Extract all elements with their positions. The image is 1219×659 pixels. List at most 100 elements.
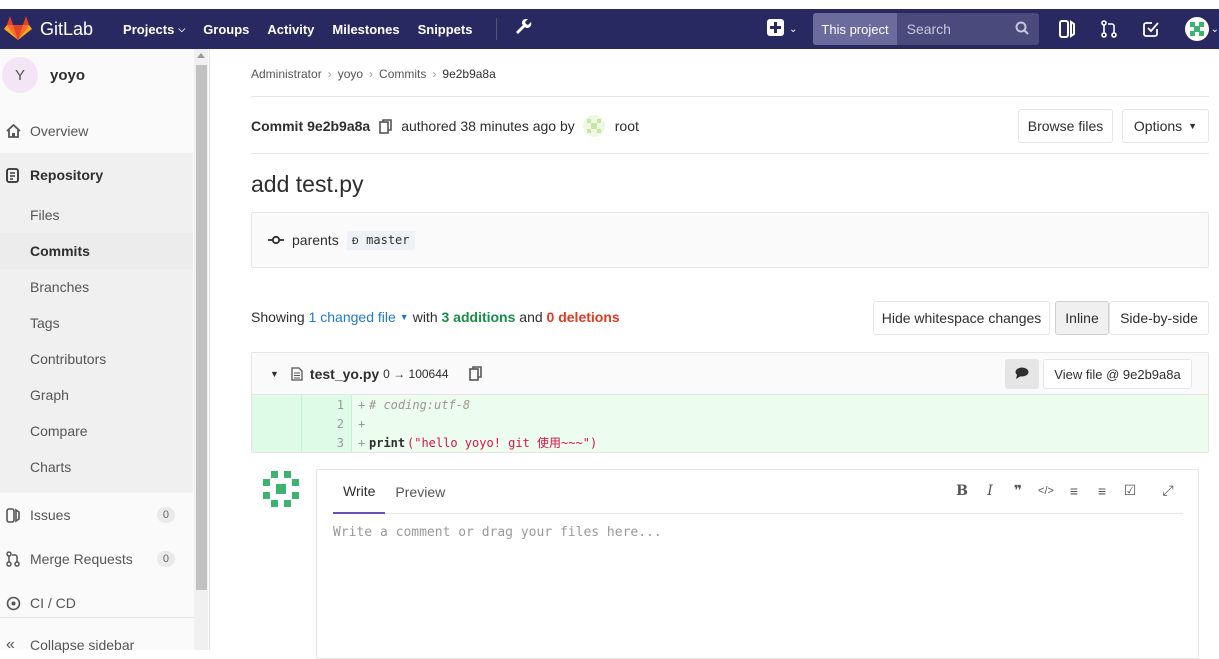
sidebar-divider bbox=[0, 617, 208, 618]
breadcrumb-item[interactable]: Administrator bbox=[251, 67, 322, 81]
fullscreen-icon[interactable]: ⤢ bbox=[1154, 482, 1182, 499]
issues-count-badge: 0 bbox=[156, 507, 175, 523]
sidebar-item-tags[interactable]: Tags bbox=[0, 305, 193, 341]
copy-icon[interactable] bbox=[468, 366, 483, 381]
sidebar-item-commits[interactable]: Commits bbox=[0, 233, 193, 269]
options-dropdown-button[interactable]: Options ▼ bbox=[1122, 109, 1209, 143]
commit-header: Commit 9e2b9a8a authored 38 minutes ago … bbox=[251, 115, 639, 137]
browse-files-button[interactable]: Browse files bbox=[1018, 109, 1113, 143]
mr-count-badge: 0 bbox=[156, 551, 175, 567]
changed-files-dropdown[interactable]: 1 changed file bbox=[309, 309, 396, 325]
tab-preview[interactable]: Preview bbox=[385, 470, 455, 513]
inline-view-button[interactable]: Inline bbox=[1055, 301, 1109, 335]
document-icon bbox=[6, 167, 28, 183]
plus-square-icon bbox=[767, 19, 785, 39]
sidebar-item-files[interactable]: Files bbox=[0, 197, 193, 233]
chevron-down-icon: ⌄ bbox=[1210, 23, 1219, 35]
deletions-count: 0 deletions bbox=[546, 309, 620, 325]
code-icon[interactable]: </> bbox=[1032, 485, 1060, 497]
sidebar-item-graph[interactable]: Graph bbox=[0, 377, 193, 413]
view-file-button[interactable]: View file @ 9e2b9a8a bbox=[1043, 359, 1192, 389]
search-box[interactable]: This project Search bbox=[813, 13, 1039, 45]
line-number[interactable]: 1 bbox=[302, 398, 344, 412]
chevron-down-icon: ⌄ bbox=[789, 23, 798, 35]
nav-activity[interactable]: Activity bbox=[267, 22, 314, 37]
copy-icon[interactable] bbox=[379, 118, 393, 134]
issues-icon[interactable] bbox=[1058, 20, 1075, 38]
quote-icon[interactable]: ❞ bbox=[1004, 482, 1032, 499]
nav-projects-label: Projects bbox=[123, 21, 175, 37]
tab-write[interactable]: Write bbox=[333, 470, 386, 514]
bold-icon[interactable]: B bbox=[948, 483, 976, 499]
wrench-icon[interactable] bbox=[515, 18, 533, 40]
side-by-side-button[interactable]: Side-by-side bbox=[1109, 301, 1209, 335]
toggle-comments-button[interactable] bbox=[1005, 359, 1039, 389]
gitlab-fox-icon bbox=[4, 15, 32, 44]
code-string: ("hello yoyo! git 使用~~~") bbox=[407, 436, 598, 450]
code-comment: # coding:utf-8 bbox=[369, 397, 471, 412]
comment-textarea[interactable]: Write a comment or drag your files here.… bbox=[333, 525, 662, 540]
italic-icon[interactable]: I bbox=[976, 483, 1004, 499]
search-icon bbox=[1015, 21, 1029, 38]
markdown-toolbar: B I ❞ </> ≡ ≡ ☑ ⤢ bbox=[948, 482, 1182, 499]
brand-name: GitLab bbox=[40, 18, 94, 39]
collapse-caret-icon[interactable]: ▼ bbox=[270, 369, 279, 379]
caret-down-icon[interactable]: ▼ bbox=[400, 312, 409, 322]
issues-icon bbox=[6, 507, 28, 523]
parent-ref-tag[interactable]: ᴆ master bbox=[346, 230, 415, 250]
search-input[interactable]: Search bbox=[897, 13, 1039, 45]
sidebar-scrollbar-thumb[interactable] bbox=[196, 65, 207, 590]
commit-title: add test.py bbox=[251, 171, 364, 197]
scroll-up-arrow-icon[interactable] bbox=[197, 53, 205, 58]
project-avatar: Y bbox=[2, 57, 38, 93]
sidebar-item-compare[interactable]: Compare bbox=[0, 413, 193, 449]
new-dropdown-button[interactable]: ⌄ bbox=[767, 19, 797, 39]
sidebar-item-label: Repository bbox=[30, 167, 104, 183]
sidebar-item-contributors[interactable]: Contributors bbox=[0, 341, 193, 377]
sidebar-project-header[interactable]: Y yoyo bbox=[0, 57, 85, 93]
bullet-list-icon[interactable]: ≡ bbox=[1060, 483, 1088, 499]
numbered-list-icon[interactable]: ≡ bbox=[1088, 483, 1116, 499]
user-avatar[interactable] bbox=[1184, 17, 1209, 41]
breadcrumb-current[interactable]: 9e2b9a8a bbox=[442, 67, 495, 81]
line-number[interactable]: 2 bbox=[302, 417, 344, 431]
todo-check-icon[interactable] bbox=[1142, 21, 1159, 37]
home-icon bbox=[6, 124, 28, 138]
branch-icon: ᴆ bbox=[351, 232, 359, 247]
task-list-icon[interactable]: ☑ bbox=[1116, 482, 1144, 499]
sidebar-item-overview[interactable]: Overview bbox=[0, 119, 193, 143]
sidebar-item-branches[interactable]: Branches bbox=[0, 269, 193, 305]
sidebar-item-repository[interactable]: Repository bbox=[0, 163, 193, 187]
merge-request-icon[interactable] bbox=[1100, 20, 1117, 38]
sidebar-item-merge-requests[interactable]: Merge Requests 0 bbox=[0, 547, 193, 571]
gitlab-logo[interactable]: GitLab bbox=[4, 15, 123, 44]
author-avatar[interactable] bbox=[582, 115, 605, 137]
commit-author-link[interactable]: root bbox=[615, 118, 639, 134]
merge-request-icon bbox=[6, 551, 28, 567]
search-scope-badge[interactable]: This project bbox=[813, 13, 897, 45]
hide-whitespace-button[interactable]: Hide whitespace changes bbox=[873, 301, 1050, 335]
collapse-sidebar-button[interactable]: « Collapse sidebar bbox=[0, 633, 193, 657]
parents-label: parents bbox=[292, 232, 339, 248]
sidebar-item-label: Merge Requests bbox=[30, 551, 133, 567]
sidebar-item-label: Overview bbox=[30, 123, 89, 139]
breadcrumb-item[interactable]: Commits bbox=[379, 67, 426, 81]
sidebar-item-charts[interactable]: Charts bbox=[0, 449, 193, 485]
diff-filename[interactable]: test_yo.py bbox=[310, 366, 379, 382]
line-number[interactable]: 3 bbox=[302, 436, 344, 450]
breadcrumb-item[interactable]: yoyo bbox=[338, 67, 363, 81]
nav-snippets[interactable]: Snippets bbox=[418, 22, 473, 37]
sidebar-item-ci-cd[interactable]: CI / CD bbox=[0, 591, 193, 615]
stats-text: Showing bbox=[251, 309, 305, 325]
sidebar-item-issues[interactable]: Issues 0 bbox=[0, 503, 193, 527]
divider bbox=[251, 153, 1209, 154]
collapse-sidebar-label: Collapse sidebar bbox=[30, 637, 135, 653]
diff-line: 1 + # coding:utf-8 bbox=[252, 395, 1208, 414]
parent-ref-label: master bbox=[366, 232, 410, 247]
nav-milestones[interactable]: Milestones bbox=[332, 22, 399, 37]
nav-groups[interactable]: Groups bbox=[203, 22, 249, 37]
divider bbox=[251, 96, 1209, 97]
file-diff: ▼ test_yo.py 0 → 100644 View file @ 9e2b… bbox=[251, 352, 1209, 453]
nav-projects[interactable]: Projects ⌵ bbox=[123, 22, 185, 37]
diff-line: 2 + bbox=[252, 414, 1208, 433]
